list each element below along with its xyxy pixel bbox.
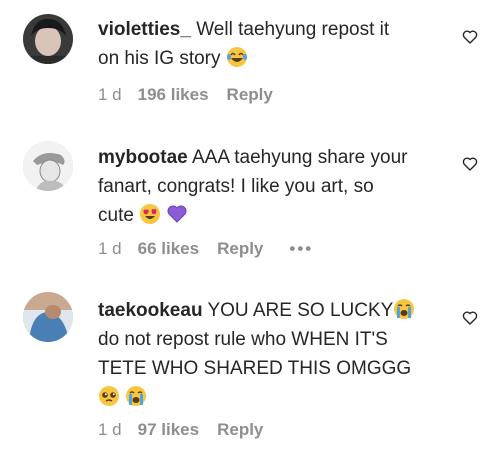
more-options-icon[interactable]: ••• bbox=[289, 239, 313, 259]
like-heart-icon[interactable] bbox=[462, 156, 478, 172]
comment-body-line: Well taehyung repost it bbox=[196, 19, 390, 40]
comment-body-line: on his IG story bbox=[98, 48, 221, 69]
comment-meta: 1 d 97 likes Reply bbox=[98, 420, 263, 440]
avatar-image bbox=[23, 292, 73, 342]
comment-time: 1 d bbox=[98, 239, 122, 258]
heart-eyes-emoji bbox=[139, 203, 161, 225]
comment-username[interactable]: violetties_ bbox=[98, 19, 191, 40]
comment-time: 1 d bbox=[98, 85, 122, 104]
avatar[interactable] bbox=[23, 141, 73, 191]
comment-time: 1 d bbox=[98, 420, 122, 439]
likes-count[interactable]: 196 likes bbox=[138, 85, 209, 105]
avatar-image bbox=[23, 141, 73, 191]
avatar-image bbox=[23, 14, 73, 64]
reply-button[interactable]: Reply bbox=[227, 85, 273, 105]
comment-username[interactable]: taekookeau bbox=[98, 300, 203, 321]
purple-heart-emoji bbox=[166, 203, 188, 225]
comment-text: mybootae AAA taehyung share your fanart,… bbox=[98, 143, 448, 230]
reply-button[interactable]: Reply bbox=[217, 239, 263, 259]
comment-username[interactable]: mybootae bbox=[98, 147, 188, 168]
like-heart-icon[interactable] bbox=[462, 29, 478, 45]
avatar[interactable] bbox=[23, 14, 73, 64]
comment-meta: 1 d 196 likes Reply bbox=[98, 85, 273, 105]
comment-body-line: TETE WHO SHARED THIS OMGGG bbox=[98, 358, 412, 379]
like-heart-icon[interactable] bbox=[462, 310, 478, 326]
comment-body-line: YOU ARE SO LUCKY bbox=[207, 300, 394, 321]
likes-count[interactable]: 97 likes bbox=[138, 420, 199, 440]
loudly-crying-emoji bbox=[393, 298, 415, 320]
comment-body-line: cute bbox=[98, 205, 134, 226]
pleading-face-emoji bbox=[98, 385, 120, 407]
laughing-tears-emoji bbox=[226, 46, 248, 68]
avatar[interactable] bbox=[23, 292, 73, 342]
comment-body-line: fanart, congrats! I like you art, so bbox=[98, 176, 374, 197]
loudly-crying-emoji bbox=[125, 385, 147, 407]
likes-count[interactable]: 66 likes bbox=[138, 239, 199, 259]
comment-body-line: AAA taehyung share your bbox=[191, 147, 408, 168]
comment-text: taekookeau YOU ARE SO LUCKY do not repos… bbox=[98, 296, 448, 412]
comment-meta: 1 d 66 likes Reply ••• bbox=[98, 239, 313, 259]
reply-button[interactable]: Reply bbox=[217, 420, 263, 440]
comment-body-line: do not repost rule who WHEN IT'S bbox=[98, 329, 388, 350]
comment-text: violetties_ Well taehyung repost it on h… bbox=[98, 15, 448, 73]
